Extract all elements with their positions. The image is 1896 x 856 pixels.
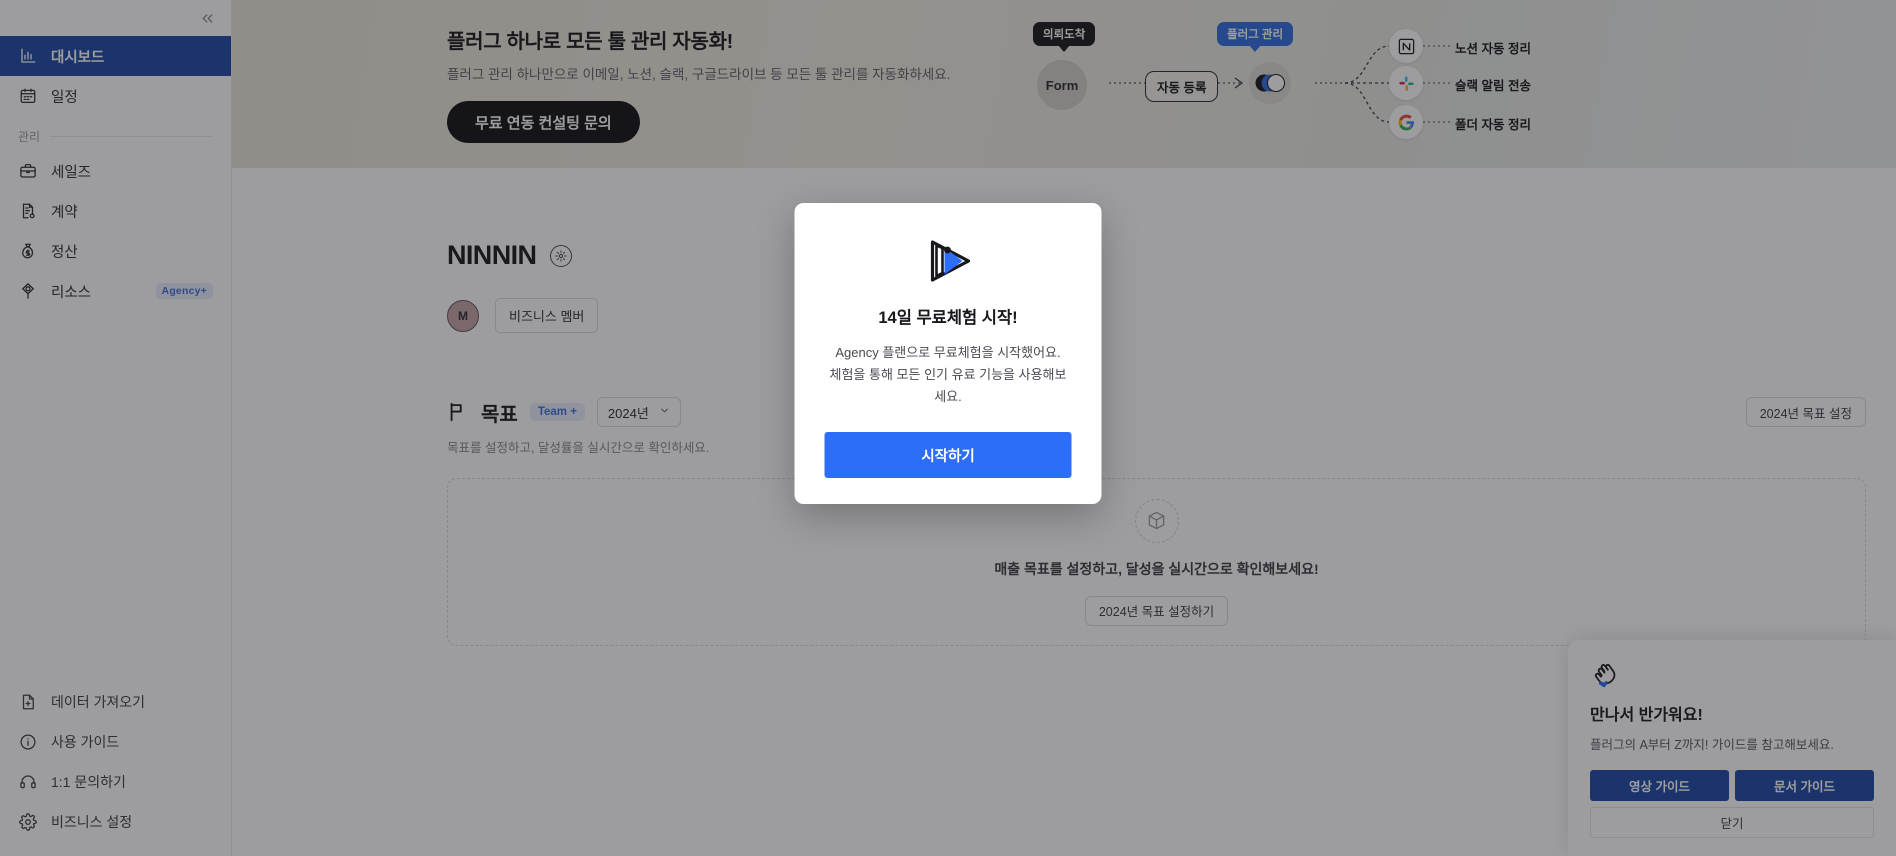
plug-logo-glyph: [930, 240, 970, 282]
plug-logo-icon: [920, 237, 976, 285]
modal-description-line-1: Agency 플랜으로 무료체험을 시작했어요.: [835, 345, 1061, 360]
free-trial-modal: 14일 무료체험 시작! Agency 플랜으로 무료체험을 시작했어요. 체험…: [794, 203, 1102, 505]
modal-title: 14일 무료체험 시작!: [878, 309, 1018, 327]
modal-description-line-2: 체험을 통해 모든 인기 유료 기능을 사용해보세요.: [829, 366, 1067, 404]
modal-description: Agency 플랜으로 무료체험을 시작했어요. 체험을 통해 모든 인기 유료…: [825, 342, 1072, 407]
modal-start-button[interactable]: 시작하기: [824, 432, 1072, 479]
app-root: 대시보드 일정 관리 세일즈 계약 정산 리소스 Agency+ 데이터 가져오…: [0, 0, 1896, 856]
